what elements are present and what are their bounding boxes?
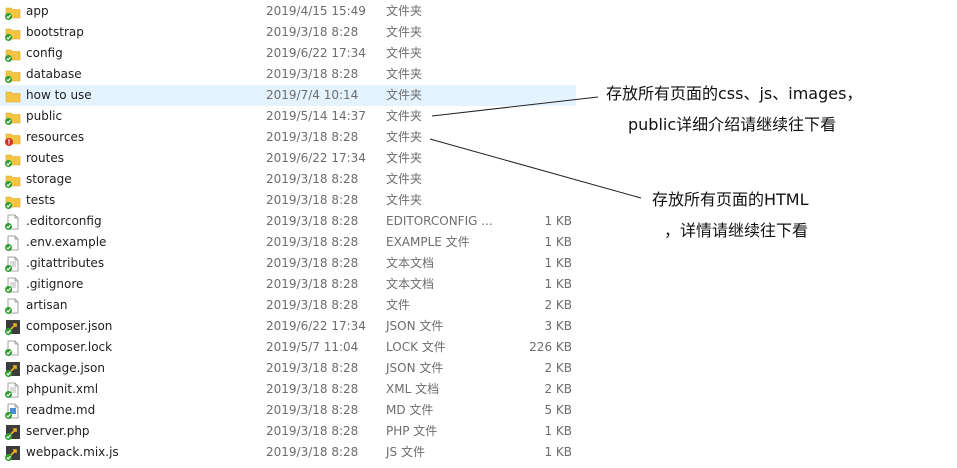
public-annotation-line2: public详细介绍请继续往下看	[628, 115, 837, 134]
resources-annotation-line1: 存放所有页面的HTML	[652, 190, 809, 209]
public-annotation-line1: 存放所有页面的css、js、images，	[606, 84, 863, 103]
resources-annotation-line2: ，详情请继续往下看	[664, 221, 809, 240]
resources-callout-line	[429, 138, 642, 199]
callout-lines	[429, 96, 642, 199]
public-callout-line	[431, 96, 599, 117]
